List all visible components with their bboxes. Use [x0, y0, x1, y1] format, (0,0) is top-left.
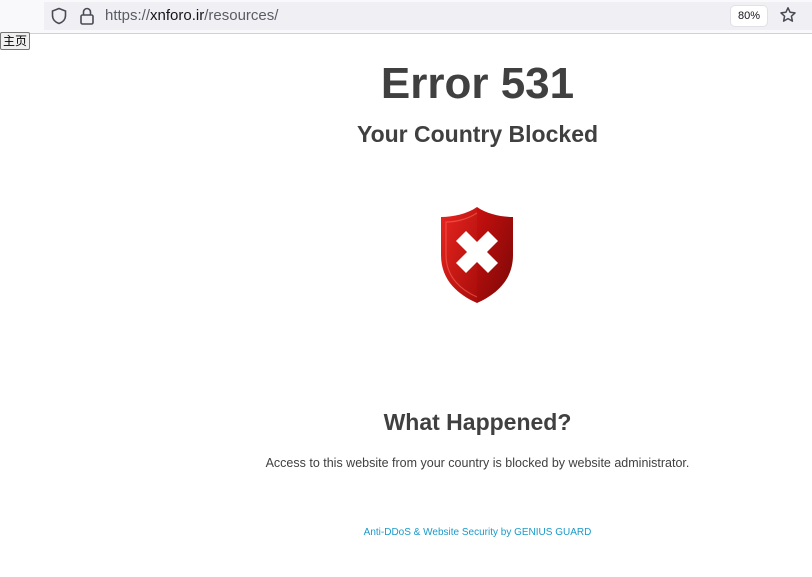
star-icon[interactable] — [779, 6, 797, 24]
browser-toolbar: https://xnforo.ir/resources/ 80% — [0, 0, 812, 34]
error-title: Error 531 — [380, 59, 575, 108]
page-content: Error 531 Your Country Blocked What Happ… — [0, 35, 812, 577]
url-host: xnforo.ir — [150, 7, 205, 24]
lock-icon[interactable] — [78, 6, 96, 26]
security-footer-link[interactable]: Anti-DDoS & Website Security by GENIUS G… — [0, 526, 812, 540]
url-text[interactable]: https://xnforo.ir/resources/ — [105, 6, 278, 26]
zoom-level-button[interactable]: 80% — [731, 6, 767, 26]
url-path: /resources/ — [204, 7, 279, 24]
what-happened-heading: What Happened? — [383, 409, 572, 435]
blocked-shield-icon — [441, 207, 513, 303]
shield-icon[interactable] — [50, 7, 68, 25]
block-message: Access to this website from your country… — [265, 456, 690, 470]
blocked-subtitle: Your Country Blocked — [356, 121, 599, 147]
url-scheme: https:// — [105, 7, 151, 24]
